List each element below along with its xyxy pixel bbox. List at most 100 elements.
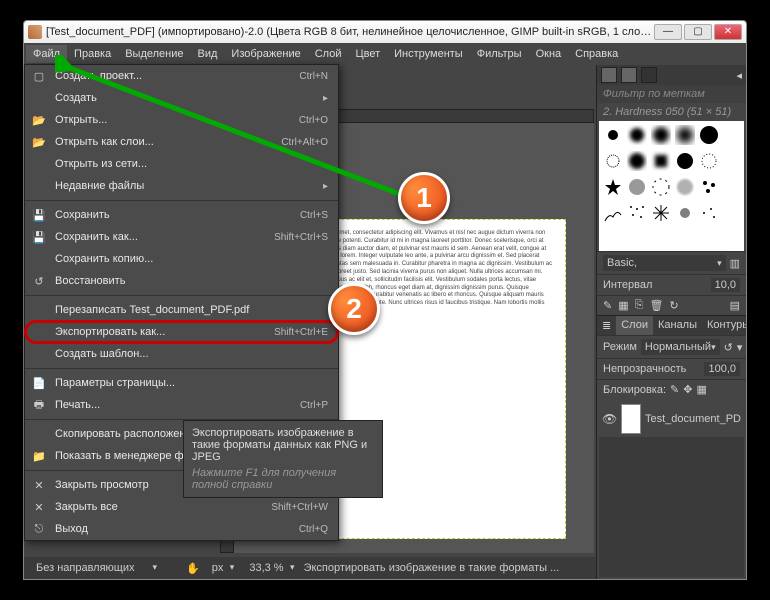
menu-windows[interactable]: Окна bbox=[529, 45, 569, 63]
menu-item-label: Выход bbox=[55, 523, 291, 535]
menu-item-icon: 💾 bbox=[31, 229, 47, 245]
layer-name[interactable]: Test_document_PD bbox=[645, 413, 741, 425]
close-button[interactable]: ✕ bbox=[714, 24, 742, 40]
fonts-tab-icon[interactable] bbox=[641, 67, 657, 83]
lock-alpha-icon[interactable]: ▦ bbox=[696, 383, 706, 396]
annotation-marker-1: 1 bbox=[398, 172, 450, 224]
file-menu-item-17[interactable]: 🖶 Печать... Ctrl+P bbox=[25, 394, 338, 416]
statusbar: Без направляющих ✋ px 33,3 % Экспортиров… bbox=[24, 557, 596, 579]
menu-item-shortcut: Ctrl+P bbox=[300, 400, 328, 411]
mode-select[interactable]: Нормальный bbox=[641, 339, 720, 355]
menu-item-icon bbox=[31, 426, 47, 442]
tooltip-hint: Нажмите F1 для получения полной справки bbox=[192, 467, 374, 491]
export-tooltip: Экспортировать изображение в такие форма… bbox=[183, 420, 383, 498]
guides-select[interactable]: Без направляющих bbox=[30, 560, 160, 576]
brush-edit-icon[interactable]: ✎ bbox=[603, 299, 612, 312]
mode-label: Режим bbox=[603, 341, 637, 353]
brush-preset-select[interactable]: Basic, bbox=[603, 255, 726, 271]
tooltip-text: Экспортировать изображение в такие форма… bbox=[192, 427, 374, 463]
menu-item-label: Перезаписать Test_document_PDF.pdf bbox=[55, 304, 328, 316]
tab-channels[interactable]: Каналы bbox=[653, 316, 702, 335]
minimize-button[interactable]: — bbox=[654, 24, 682, 40]
menu-item-icon: ⎋ bbox=[31, 521, 47, 537]
menu-item-shortcut: Shift+Ctrl+W bbox=[271, 502, 328, 513]
menu-item-label: Параметры страницы... bbox=[55, 377, 328, 389]
menu-item-icon: 📂 bbox=[31, 134, 47, 150]
filter-tags-input[interactable]: Фильтр по меткам bbox=[597, 85, 746, 103]
menu-item-icon: 💾 bbox=[31, 207, 47, 223]
brushes-grid[interactable] bbox=[599, 121, 744, 251]
menu-item-icon: 📁 bbox=[31, 448, 47, 464]
menu-item-icon: ✕ bbox=[31, 477, 47, 493]
right-dock: ◂ Фильтр по меткам 2. Hardness 050 (51 ×… bbox=[596, 65, 746, 579]
menu-item-shortcut: Shift+Ctrl+E bbox=[274, 327, 328, 338]
brush-refresh-icon[interactable]: ↻ bbox=[669, 299, 678, 312]
tab-layers[interactable]: Слои bbox=[616, 316, 653, 335]
menu-item-icon: 📂 bbox=[31, 112, 47, 128]
menu-item-icon bbox=[31, 90, 47, 106]
annotation-arrow bbox=[55, 55, 425, 245]
menu-item-label: Создать шаблон... bbox=[55, 348, 328, 360]
menu-item-icon bbox=[31, 346, 47, 362]
layer-row[interactable]: 👁 Test_document_PD bbox=[599, 401, 744, 437]
menu-item-icon bbox=[31, 156, 47, 172]
dock-menu-icon[interactable]: ◂ bbox=[736, 69, 742, 82]
menu-help[interactable]: Справка bbox=[568, 45, 625, 63]
brush-title: 2. Hardness 050 (51 × 51) bbox=[597, 103, 746, 121]
menu-item-icon bbox=[31, 302, 47, 318]
menu-item-label: Печать... bbox=[55, 399, 292, 411]
menu-item-icon: 🖶 bbox=[31, 397, 47, 413]
brushes-tab-icon[interactable] bbox=[601, 67, 617, 83]
status-message: Экспортировать изображение в такие форма… bbox=[304, 562, 560, 574]
patterns-tab-icon[interactable] bbox=[621, 67, 637, 83]
file-menu-item-9[interactable]: Сохранить копию... bbox=[25, 248, 338, 270]
menu-item-shortcut: Ctrl+Q bbox=[299, 524, 328, 535]
menu-item-icon bbox=[31, 251, 47, 267]
file-menu-item-10[interactable]: ↺ Восстановить bbox=[25, 270, 338, 292]
tab-icon-layers[interactable]: ≣ bbox=[597, 316, 616, 335]
file-menu-item-23[interactable]: ✕ Закрыть все Shift+Ctrl+W bbox=[25, 496, 338, 518]
file-menu-item-14[interactable]: Создать шаблон... bbox=[25, 343, 338, 365]
layer-thumb bbox=[621, 404, 641, 434]
menu-item-icon: ↺ bbox=[31, 273, 47, 289]
brush-dup-icon[interactable]: ▥ bbox=[730, 257, 740, 270]
menu-item-icon bbox=[31, 178, 47, 194]
unit-select[interactable]: px bbox=[206, 560, 238, 576]
menu-item-icon: 📄 bbox=[31, 375, 47, 391]
interval-value[interactable]: 10,0 bbox=[711, 278, 740, 292]
hand-tool-icon[interactable]: ✋ bbox=[186, 562, 200, 575]
opacity-value[interactable]: 100,0 bbox=[704, 362, 740, 376]
lock-pixels-icon[interactable]: ✎ bbox=[670, 383, 679, 396]
titlebar: [Test_document_PDF] (импортировано)-2.0 … bbox=[24, 21, 746, 43]
mode-next-icon[interactable]: ▾ bbox=[737, 341, 743, 354]
layer-dock-tabs: ≣ Слои Каналы Контуры bbox=[597, 315, 746, 335]
file-menu-item-12[interactable]: Перезаписать Test_document_PDF.pdf bbox=[25, 299, 338, 321]
lock-label: Блокировка: bbox=[603, 384, 666, 396]
brush-del-icon[interactable]: 🗑 bbox=[649, 299, 663, 312]
visibility-icon[interactable]: 👁 bbox=[602, 412, 617, 426]
file-menu-item-13[interactable]: Экспортировать как... Shift+Ctrl+E bbox=[25, 321, 338, 343]
app-icon bbox=[28, 25, 42, 39]
lock-position-icon[interactable]: ✥ bbox=[683, 383, 692, 396]
dock-tabs-top: ◂ bbox=[597, 65, 746, 85]
maximize-button[interactable]: ▢ bbox=[684, 24, 712, 40]
zoom-select[interactable]: 33,3 % bbox=[243, 560, 297, 576]
menu-item-icon bbox=[31, 324, 47, 340]
tab-paths[interactable]: Контуры bbox=[702, 316, 747, 335]
menu-item-label: Восстановить bbox=[55, 275, 328, 287]
brush-new-icon[interactable]: ▦ bbox=[618, 299, 628, 312]
menu-item-icon: ✕ bbox=[31, 499, 47, 515]
opacity-label: Непрозрачность bbox=[603, 363, 686, 375]
menu-item-label: Закрыть все bbox=[55, 501, 263, 513]
menu-item-label: Экспортировать как... bbox=[55, 326, 266, 338]
file-menu-item-24[interactable]: ⎋ Выход Ctrl+Q bbox=[25, 518, 338, 540]
file-menu-item-16[interactable]: 📄 Параметры страницы... bbox=[25, 372, 338, 394]
menu-filters[interactable]: Фильтры bbox=[470, 45, 529, 63]
mode-swap-icon[interactable]: ↺ bbox=[724, 341, 733, 354]
brush-copy-icon[interactable]: ⎘ bbox=[635, 299, 644, 312]
interval-label: Интервал bbox=[603, 279, 652, 291]
layer-list[interactable]: 👁 Test_document_PD bbox=[599, 401, 744, 577]
menu-item-label: Сохранить копию... bbox=[55, 253, 328, 265]
annotation-marker-2: 2 bbox=[328, 283, 380, 335]
brush-menu-icon[interactable]: ▤ bbox=[730, 299, 740, 312]
